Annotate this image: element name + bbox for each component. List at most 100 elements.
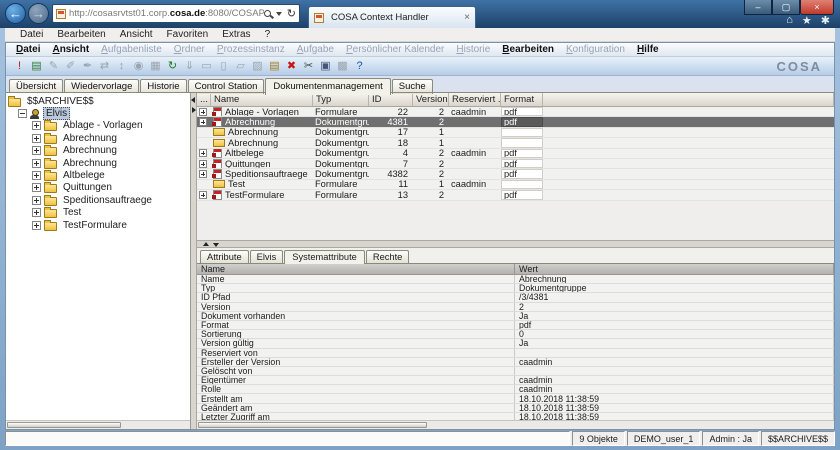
attribute-row[interactable]: Version 2 [197, 303, 834, 312]
main-tab[interactable]: Übersicht [9, 79, 63, 94]
toolbar-button[interactable]: ↕ [113, 58, 130, 74]
table-row[interactable]: Quittungen Dokumentgruppe 7 2 pdf [197, 159, 834, 169]
splitter-right-arrow-icon[interactable] [192, 107, 196, 113]
reload-icon[interactable]: ↻ [287, 9, 296, 19]
toolbar-button[interactable]: ▣ [317, 58, 334, 74]
column-header[interactable]: Name [197, 264, 515, 274]
table-row[interactable]: TestFormulare Formulare 13 2 pdf [197, 190, 834, 200]
toolbar-button[interactable]: ▱ [232, 58, 249, 74]
search-icon[interactable] [264, 10, 271, 17]
app-menu-item[interactable]: Ordner [168, 44, 211, 55]
attribute-row[interactable]: Dokument vorhanden Ja [197, 312, 834, 321]
scrollbar-thumb[interactable] [7, 422, 121, 428]
table-row[interactable]: Test Formulare 11 1 caadmin [197, 180, 834, 190]
row-expand-icon[interactable] [199, 118, 207, 126]
chevron-down-icon[interactable] [276, 12, 282, 16]
app-menu-item[interactable]: Bearbeiten [496, 44, 560, 55]
row-expand-icon[interactable] [199, 170, 207, 178]
attribute-row[interactable]: ID Pfad /3/4381 [197, 293, 834, 302]
forward-button[interactable]: → [28, 3, 49, 24]
expand-icon[interactable] [32, 221, 41, 230]
horizontal-splitter[interactable] [197, 240, 834, 248]
toolbar-button[interactable]: ▯ [215, 58, 232, 74]
toolbar-button[interactable]: ⇄ [96, 58, 113, 74]
home-icon[interactable]: ⌂ [786, 14, 793, 27]
attribute-row[interactable]: Eigentümer caadmin [197, 376, 834, 385]
attribute-row[interactable]: Erstellt am 18.10.2018 11:38:59 [197, 394, 834, 403]
row-expand-icon[interactable] [199, 160, 207, 168]
toolbar-button[interactable]: ↻ [164, 58, 181, 74]
toolbar-button[interactable]: ◉ [130, 58, 147, 74]
main-tab[interactable]: Dokumentenmanagement [265, 78, 390, 95]
app-menu-item[interactable]: Ansicht [46, 44, 95, 55]
attribute-row[interactable]: Format pdf [197, 321, 834, 330]
table-row[interactable]: Abrechnung Dokumentgruppe 18 1 [197, 138, 834, 148]
main-tab[interactable]: Suche [392, 79, 433, 94]
table-row[interactable]: Altbelege Dokumentgruppe 4 2 caadmin pdf [197, 149, 834, 159]
tree-item-row[interactable]: Abrechnung [8, 145, 190, 157]
tree-item-row[interactable]: Speditionsauftraege [8, 194, 190, 206]
toolbar-button[interactable]: ? [351, 58, 368, 74]
attributes-tab[interactable]: Systemattribute [284, 250, 365, 264]
toolbar-button[interactable]: ▤ [28, 58, 45, 74]
toolbar-button[interactable]: ! [11, 58, 28, 74]
collapse-icon[interactable] [18, 109, 27, 118]
app-menu-item[interactable]: Datei [10, 44, 46, 55]
toolbar-button[interactable]: ✎ [45, 58, 62, 74]
expand-icon[interactable] [32, 208, 41, 217]
toolbar-button[interactable]: ▭ [198, 58, 215, 74]
attribute-row[interactable]: Version gültig Ja [197, 339, 834, 348]
attribute-row[interactable]: Sortierung 0 [197, 330, 834, 339]
toolbar-button[interactable]: ✒ [79, 58, 96, 74]
attribute-row[interactable]: Typ Dokumentgruppe [197, 284, 834, 293]
app-menu-item[interactable]: Aufgabenliste [95, 44, 168, 55]
table-row[interactable]: Speditionsauftraege Dokumentgruppe 4382 … [197, 169, 834, 179]
attribute-row[interactable]: Geändert am 18.10.2018 11:38:59 [197, 404, 834, 413]
toolbar-button[interactable]: ✐ [62, 58, 79, 74]
toolbar-button[interactable]: ▨ [249, 58, 266, 74]
row-expand-icon[interactable] [199, 149, 207, 157]
favorites-star-icon[interactable]: ★ [802, 14, 812, 27]
tree-item-row[interactable]: TestFormulare [8, 219, 190, 231]
expand-icon[interactable] [32, 196, 41, 205]
toolbar-button[interactable]: ▤ [266, 58, 283, 74]
tree-item-row[interactable]: Abrechnung [8, 157, 190, 169]
attribute-row[interactable]: Name Abrechnung [197, 275, 834, 284]
tools-gear-icon[interactable]: ✱ [821, 14, 830, 27]
scrollbar-thumb[interactable] [198, 422, 427, 428]
expand-icon[interactable] [32, 146, 41, 155]
splitter-down-arrow-icon[interactable] [213, 243, 219, 247]
tree-selected-row[interactable]: Elvis [8, 107, 190, 119]
expand-icon[interactable] [32, 171, 41, 180]
row-expand-icon[interactable] [199, 108, 207, 116]
tree-item-row[interactable]: Quittungen [8, 182, 190, 194]
attributes-tab[interactable]: Elvis [250, 250, 284, 263]
app-menu-item[interactable]: Persönlicher Kalender [340, 44, 450, 55]
toolbar-button[interactable]: ✂ [300, 58, 317, 74]
tree-item-row[interactable]: Altbelege [8, 169, 190, 181]
attribute-row[interactable]: Gelöscht von [197, 367, 834, 376]
browser-menu-item[interactable]: Favoriten [160, 29, 216, 40]
minimize-button[interactable]: – [744, 0, 772, 15]
browser-menu-item[interactable]: Bearbeiten [50, 29, 112, 40]
table-row[interactable]: Ablage - Vorlagen Formulare 22 2 caadmin… [197, 107, 834, 117]
tree-item-row[interactable]: Abrechnung [8, 132, 190, 144]
splitter-left-arrow-icon[interactable] [191, 97, 195, 103]
attribute-row[interactable]: Reserviert von [197, 349, 834, 358]
app-menu-item[interactable]: Historie [450, 44, 496, 55]
app-menu-item[interactable]: Hilfe [631, 44, 665, 55]
splitter-up-arrow-icon[interactable] [203, 242, 209, 246]
app-menu-item[interactable]: Prozessinstanz [211, 44, 291, 55]
tree-item-row[interactable]: Test [8, 207, 190, 219]
toolbar-button[interactable]: ▦ [147, 58, 164, 74]
expand-icon[interactable] [32, 183, 41, 192]
tree-item-row[interactable]: Ablage - Vorlagen [8, 120, 190, 132]
expand-icon[interactable] [32, 159, 41, 168]
app-menu-item[interactable]: Aufgabe [291, 44, 340, 55]
maximize-button[interactable]: ▢ [772, 0, 800, 15]
tab-close-icon[interactable]: × [464, 13, 470, 23]
expand-icon[interactable] [32, 121, 41, 130]
browser-menu-item[interactable]: Extras [215, 29, 257, 40]
table-row[interactable]: Abrechnung Dokumentgruppe 4381 2 pdf [197, 117, 834, 127]
attributes-tab[interactable]: Rechte [366, 250, 409, 263]
